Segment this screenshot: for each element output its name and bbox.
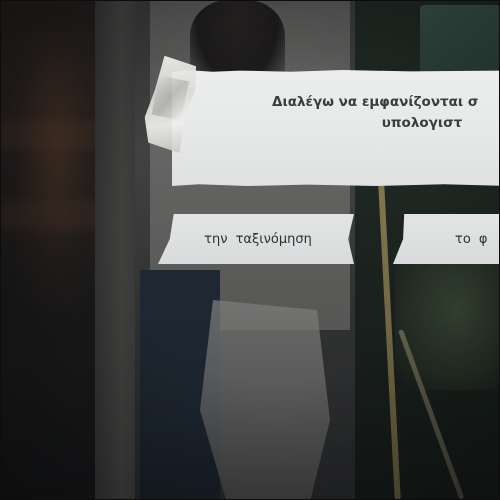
answer-option-1-label: την ταξινόμηση	[204, 231, 312, 247]
prompt-line-1: Διαλέγω να εμφανίζονται σ	[272, 94, 479, 110]
game-scene: Διαλέγω να εμφανίζονται σ υπολογιστ την …	[0, 0, 500, 500]
answer-option-1[interactable]: την ταξινόμηση	[158, 214, 354, 264]
prompt-text: Διαλέγω να εμφανίζονται σ υπολογιστ	[172, 92, 500, 134]
answer-option-2-label: το φ	[455, 231, 488, 247]
prompt-card: Διαλέγω να εμφανίζονται σ υπολογιστ	[172, 70, 500, 186]
answer-option-2[interactable]: το φ	[393, 214, 500, 264]
prompt-line-2: υπολογιστ	[381, 115, 463, 131]
